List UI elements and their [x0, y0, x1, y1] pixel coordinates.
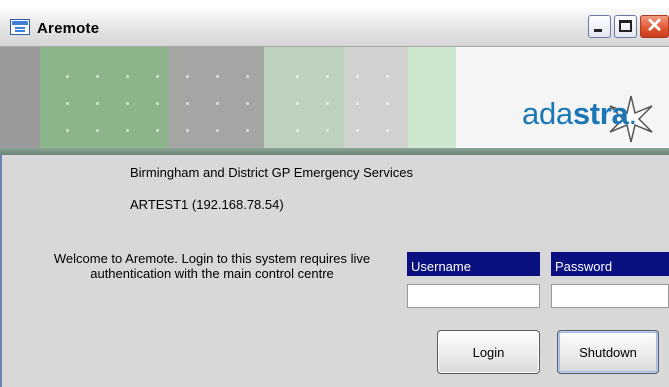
welcome-line-2: authentication with the main control cen… [90, 266, 334, 281]
minimize-button[interactable] [588, 15, 611, 38]
host-info: ARTEST1 (192.168.78.54) [130, 197, 284, 212]
password-label: Password [551, 252, 669, 276]
username-input[interactable] [407, 284, 540, 308]
close-button[interactable]: ✕ [640, 15, 669, 38]
organisation-name: Birmingham and District GP Emergency Ser… [130, 165, 413, 180]
logo-text-stra: stra [572, 96, 629, 131]
logo-text-ada: ada [522, 96, 573, 131]
application-window: Aremote ✕ adastra. Birmingham and Distri… [0, 8, 669, 387]
username-label: Username [407, 252, 540, 276]
banner-tile [344, 47, 408, 148]
shutdown-button[interactable]: Shutdown [557, 330, 659, 374]
welcome-line-1: Welcome to Aremote. Login to this system… [53, 251, 371, 266]
maximize-icon [619, 20, 632, 32]
banner-tile [408, 47, 456, 148]
close-icon: ✕ [646, 15, 663, 37]
adastra-logo: adastra. [522, 96, 637, 132]
window-title: Aremote [37, 20, 100, 37]
title-bar[interactable]: Aremote ✕ [0, 8, 669, 47]
banner-tile [40, 47, 168, 148]
login-button[interactable]: Login [437, 330, 540, 374]
banner-tile [168, 47, 264, 148]
app-icon[interactable] [10, 19, 30, 35]
banner-tile [0, 47, 40, 148]
welcome-message: Welcome to Aremote. Login to this system… [28, 251, 396, 281]
logo-dot: . [628, 96, 638, 131]
minimize-icon [594, 29, 602, 32]
maximize-button[interactable] [614, 15, 637, 38]
banner-tile [264, 47, 344, 148]
password-input[interactable] [551, 284, 669, 308]
banner-stripe [0, 148, 669, 155]
